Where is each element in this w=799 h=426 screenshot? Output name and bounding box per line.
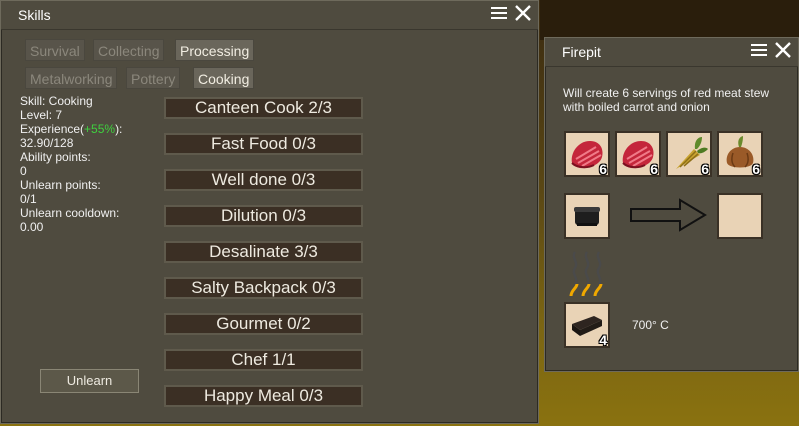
ability-dilution-button[interactable]: Dilution 0/3 xyxy=(164,205,363,227)
ingredient-slot-3[interactable]: 6 xyxy=(666,131,712,177)
ability-points-label: Ability points: xyxy=(20,150,91,164)
skills-window: Skills Survival Collecting Processing Me… xyxy=(0,0,539,424)
ability-canteen-cook-button[interactable]: Canteen Cook 2/3 xyxy=(164,97,363,119)
tab-pottery[interactable]: Pottery xyxy=(126,67,181,89)
tab-metalworking[interactable]: Metalworking xyxy=(25,67,118,89)
ability-salty-backpack-button[interactable]: Salty Backpack 0/3 xyxy=(164,277,363,299)
ability-chef-button[interactable]: Chef 1/1 xyxy=(164,349,363,371)
menu-icon[interactable] xyxy=(490,4,508,22)
close-icon[interactable] xyxy=(514,4,532,22)
firepit-window: Firepit Will create 6 servings of red me… xyxy=(544,37,799,372)
ingredient-qty-1: 6 xyxy=(599,161,607,177)
experience-label: Experience( xyxy=(20,122,85,136)
tab-collecting[interactable]: Collecting xyxy=(93,39,165,61)
output-slot[interactable] xyxy=(717,193,763,239)
fuel-qty: 4 xyxy=(599,332,607,348)
background-wall xyxy=(540,0,799,40)
temperature-readout: 700° C xyxy=(632,318,669,332)
skill-info: Skill: Cooking Level: 7 Experience(+55%)… xyxy=(20,94,122,234)
ability-fast-food-button[interactable]: Fast Food 0/3 xyxy=(164,133,363,155)
pot-slot[interactable] xyxy=(564,193,610,239)
skills-titlebar[interactable]: Skills xyxy=(1,1,538,30)
skill-level: Level: 7 xyxy=(20,108,63,122)
firepit-titlebar[interactable]: Firepit xyxy=(545,38,798,67)
tab-cooking[interactable]: Cooking xyxy=(193,67,255,89)
unlearn-cooldown-label: Unlearn cooldown: xyxy=(20,206,120,220)
ingredient-slot-1[interactable]: 6 xyxy=(564,131,610,177)
arrow-right-icon xyxy=(630,198,707,232)
skill-name: Skill: Cooking xyxy=(20,94,93,108)
tab-processing[interactable]: Processing xyxy=(175,39,255,61)
recipe-description: Will create 6 servings of red meat stew … xyxy=(563,86,770,114)
experience-close: ): xyxy=(115,122,123,136)
experience-value: 32.90/128 xyxy=(20,136,74,150)
ability-gourmet-button[interactable]: Gourmet 0/2 xyxy=(164,313,363,335)
heat-waves-icon xyxy=(569,251,603,297)
ability-points-value: 0 xyxy=(20,164,27,178)
ability-happy-meal-button[interactable]: Happy Meal 0/3 xyxy=(164,385,363,407)
menu-icon[interactable] xyxy=(750,41,768,59)
firepit-title: Firepit xyxy=(562,44,601,60)
ability-desalinate-button[interactable]: Desalinate 3/3 xyxy=(164,241,363,263)
experience-bonus: +55% xyxy=(84,122,116,136)
unlearn-points-label: Unlearn points: xyxy=(20,178,101,192)
ingredient-qty-4: 6 xyxy=(752,161,760,177)
skills-title: Skills xyxy=(18,7,51,23)
close-icon[interactable] xyxy=(774,41,792,59)
unlearn-points-value: 0/1 xyxy=(20,192,37,206)
tab-survival[interactable]: Survival xyxy=(25,39,85,61)
ingredient-slot-2[interactable]: 6 xyxy=(615,131,661,177)
cooking-pot-icon xyxy=(574,207,600,226)
experience-line: Experience(+55%): xyxy=(20,122,122,136)
ingredient-slot-4[interactable]: 6 xyxy=(717,131,763,177)
unlearn-cooldown-value: 0.00 xyxy=(20,220,44,234)
fuel-slot[interactable]: 4 xyxy=(564,302,610,348)
unlearn-button[interactable]: Unlearn xyxy=(40,369,139,393)
ability-well-done-button[interactable]: Well done 0/3 xyxy=(164,169,363,191)
ingredient-qty-2: 6 xyxy=(650,161,658,177)
ingredient-qty-3: 6 xyxy=(701,161,709,177)
